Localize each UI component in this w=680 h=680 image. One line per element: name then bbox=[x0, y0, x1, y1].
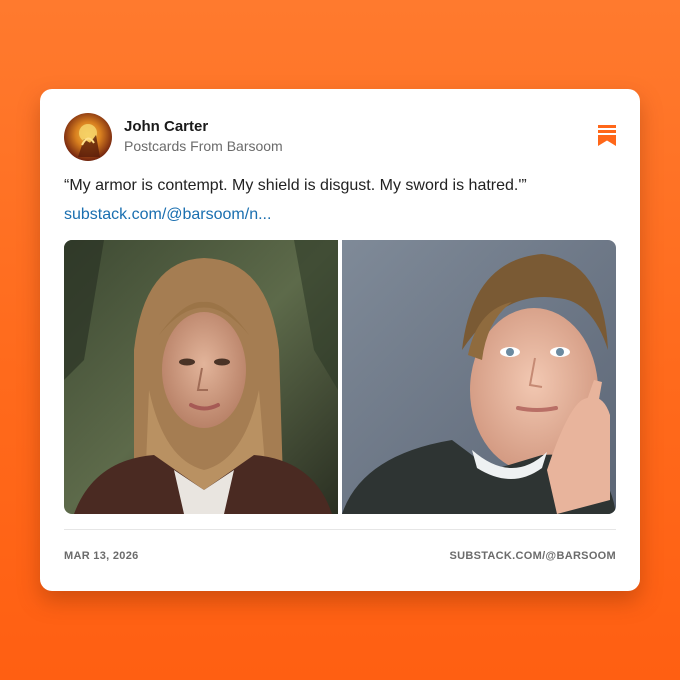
post-quote: “My armor is contempt. My shield is disg… bbox=[64, 177, 527, 194]
photo-woman-portrait[interactable] bbox=[64, 240, 338, 514]
footer-divider bbox=[64, 529, 616, 530]
publication-name[interactable]: Postcards From Barsoom bbox=[124, 138, 283, 154]
avatar[interactable] bbox=[64, 113, 112, 161]
author-name[interactable]: John Carter bbox=[124, 118, 208, 135]
avatar-illustration bbox=[78, 124, 100, 157]
post-card: John Carter Postcards From Barsoom “My a… bbox=[40, 89, 640, 591]
post-date: MAR 13, 2026 bbox=[64, 550, 139, 562]
source-link[interactable]: SUBSTACK.COM/@BARSOOM bbox=[449, 550, 616, 562]
photo-man-portrait[interactable] bbox=[342, 240, 616, 514]
post-link[interactable]: substack.com/@barsoom/n... bbox=[64, 206, 271, 224]
bookmark-icon[interactable] bbox=[598, 125, 616, 146]
photo-grid bbox=[64, 240, 616, 514]
